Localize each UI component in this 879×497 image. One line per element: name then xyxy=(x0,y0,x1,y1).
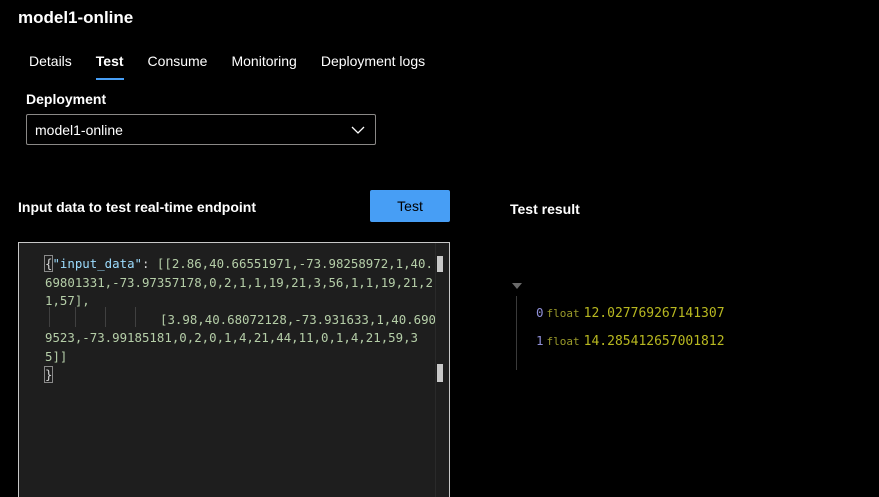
result-item: 1 float 14.285412657001812 xyxy=(536,333,725,353)
scrollbar-thumb[interactable] xyxy=(437,256,443,272)
result-value: 12.027769267141307 xyxy=(583,306,725,321)
chevron-down-icon xyxy=(351,126,365,134)
input-code-editor[interactable]: {"input_data": [[2.86,40.66551971,-73.98… xyxy=(18,242,450,497)
tab-details[interactable]: Details xyxy=(17,44,84,80)
result-type: float xyxy=(546,335,580,348)
tab-test[interactable]: Test xyxy=(84,44,136,80)
tab-bar: Details Test Consume Monitoring Deployme… xyxy=(17,44,437,80)
result-item: 0 float 12.027769267141307 xyxy=(536,305,725,325)
result-index: 0 xyxy=(536,305,544,320)
input-heading: Input data to test real-time endpoint xyxy=(18,199,257,215)
tab-monitoring[interactable]: Monitoring xyxy=(219,44,308,80)
tab-consume[interactable]: Consume xyxy=(136,44,220,80)
result-heading: Test result xyxy=(510,201,580,217)
deployment-label: Deployment xyxy=(26,91,107,107)
tab-deployment-logs[interactable]: Deployment logs xyxy=(309,44,437,80)
result-type: float xyxy=(546,307,580,320)
test-button[interactable]: Test xyxy=(370,190,450,222)
scrollbar-marker xyxy=(437,364,443,382)
caret-down-icon[interactable] xyxy=(512,283,522,289)
json-key: "input_data" xyxy=(52,256,142,271)
result-value: 14.285412657001812 xyxy=(583,334,725,349)
close-brace: } xyxy=(43,366,54,383)
json-colon: : xyxy=(142,256,157,271)
deployment-dropdown[interactable]: model1-online xyxy=(26,114,376,145)
result-index: 1 xyxy=(536,333,544,348)
result-tree-root[interactable] xyxy=(510,280,710,296)
deployment-selected-value: model1-online xyxy=(35,121,123,138)
tree-guide-line xyxy=(516,296,517,370)
json-row-2: [3.98,40.68072128,-73.931633,1,40.690952… xyxy=(45,311,437,364)
code-content: {"input_data": [[2.86,40.66551971,-73.98… xyxy=(43,255,440,385)
page-title: model1-online xyxy=(18,8,134,27)
